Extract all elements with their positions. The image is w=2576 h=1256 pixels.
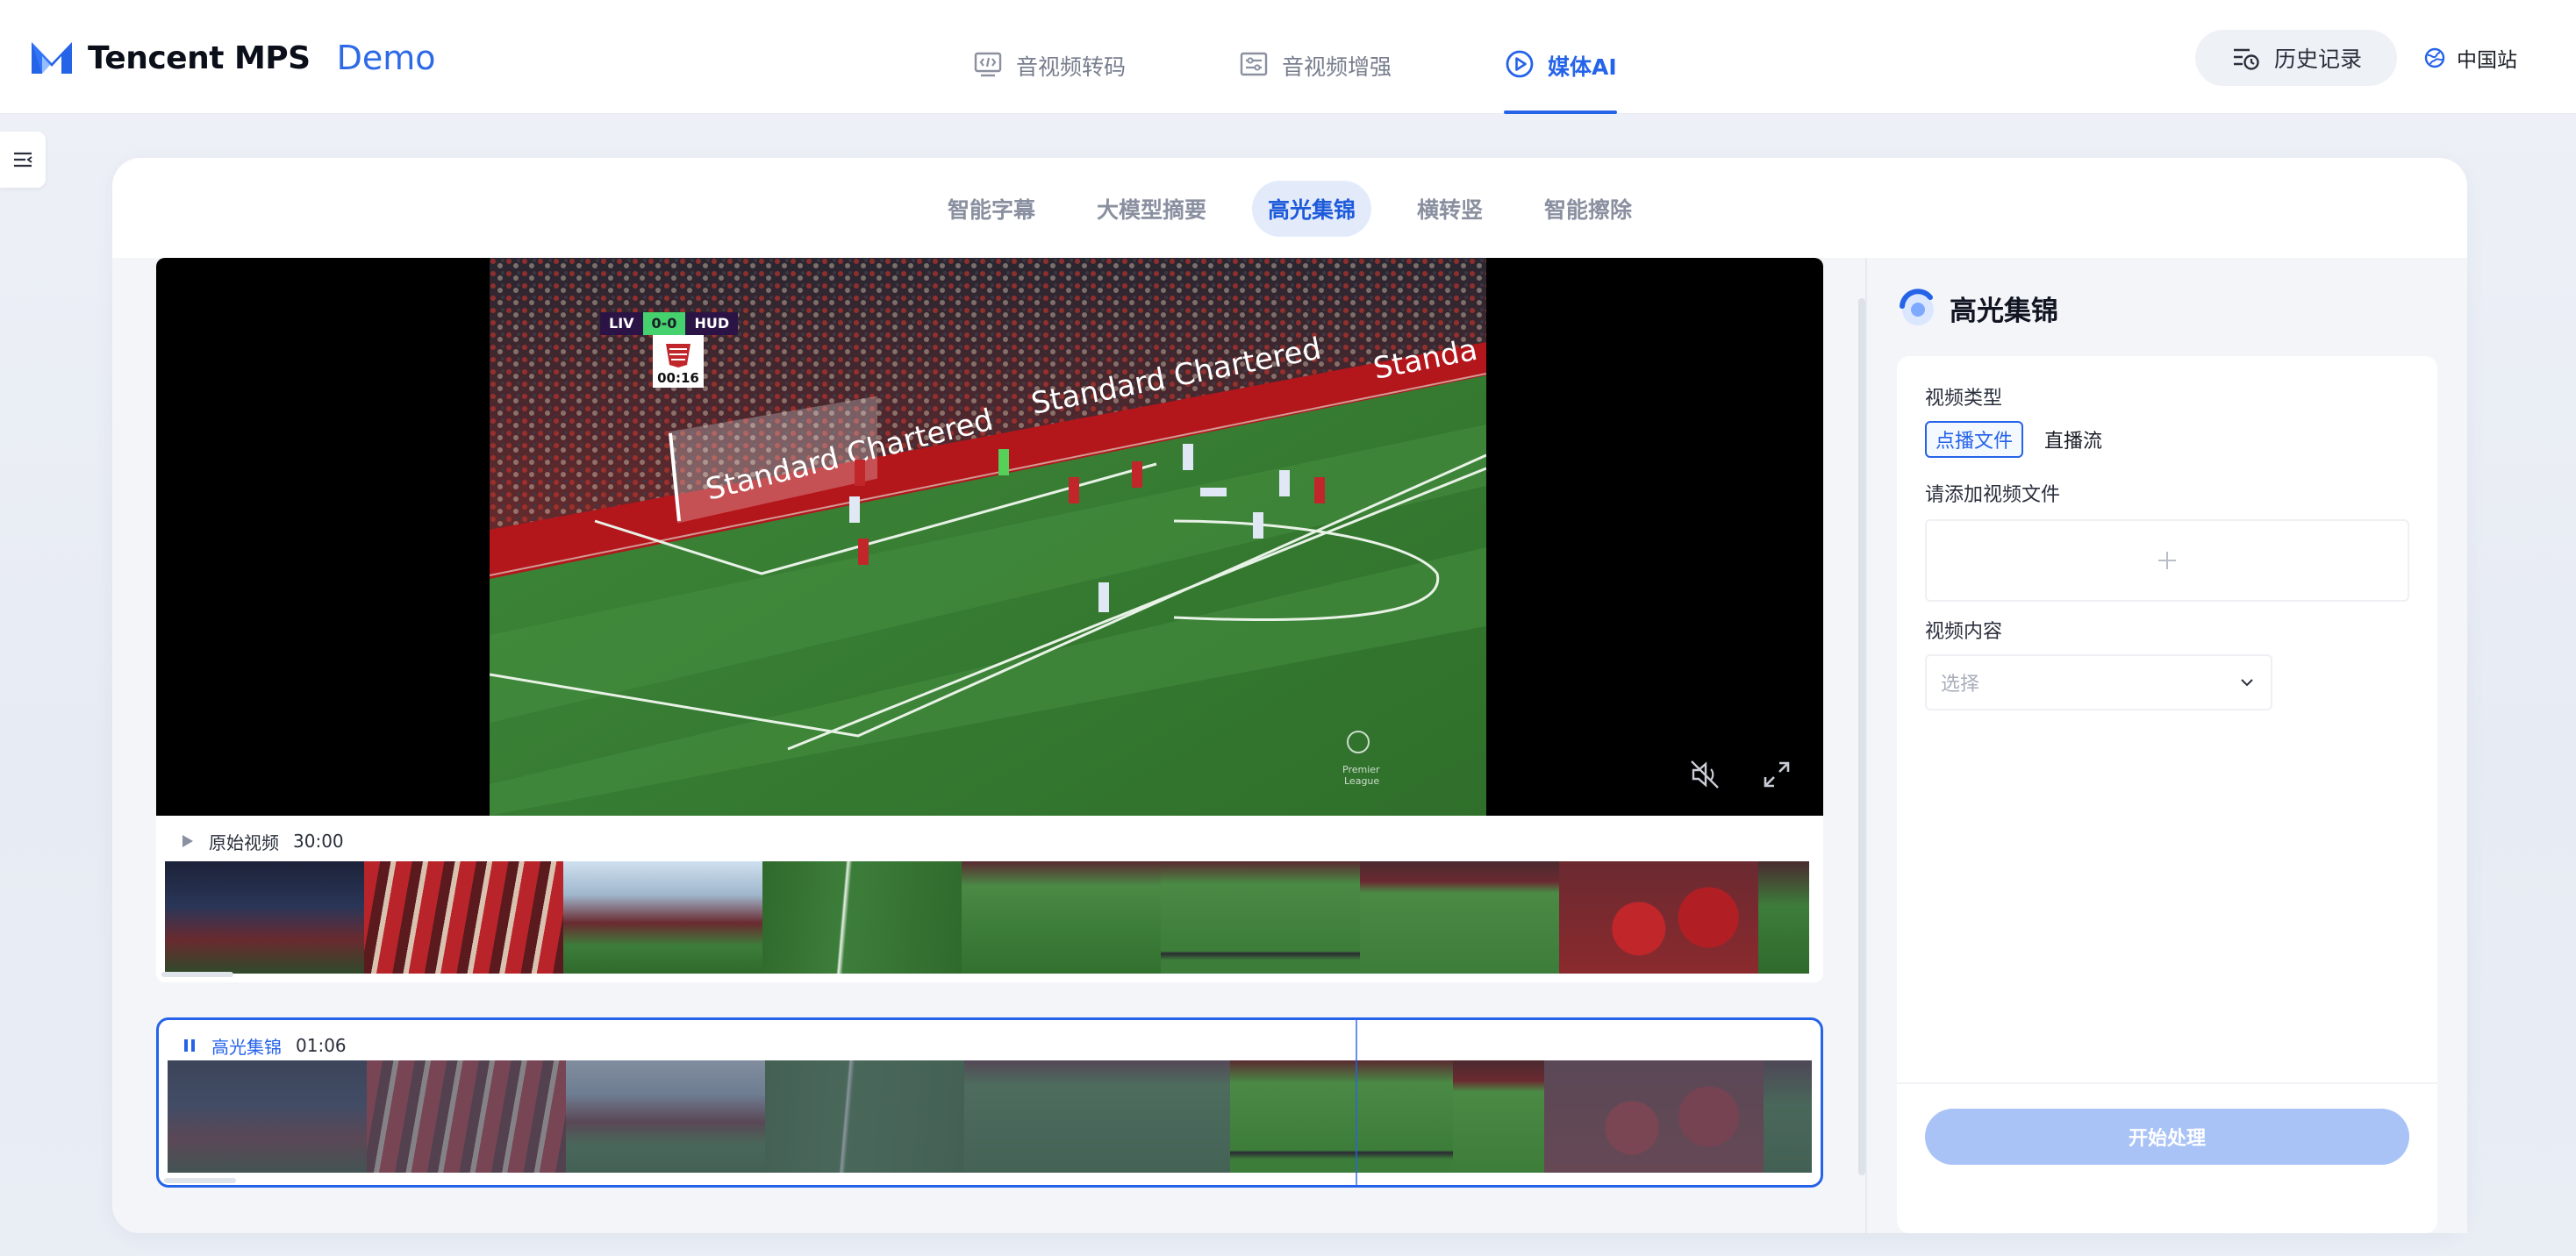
history-label: 历史记录 xyxy=(2273,46,2362,72)
top-bar: Tencent MPS Demo 音视频转码 音视频增强 媒体AI 历史记录 中… xyxy=(0,0,2576,114)
thumbnail xyxy=(962,861,1161,974)
panel-title: 高光集锦 xyxy=(1895,286,2058,330)
svg-text:League: League xyxy=(1344,775,1379,787)
panel-title-text: 高光集锦 xyxy=(1950,295,2058,327)
thumbnail xyxy=(1544,1060,1764,1173)
video-type-selector: 点播文件 直播流 xyxy=(1925,421,2123,458)
nav-item-label: 音视频转码 xyxy=(1016,54,1127,80)
menu-collapse-icon xyxy=(14,152,32,168)
video-content-label: 视频内容 xyxy=(1925,621,2003,643)
tab-smart-erase[interactable]: 智能擦除 xyxy=(1528,181,1648,237)
highlight-segment-thumbnail xyxy=(1230,1060,1453,1173)
track-header: 高光集锦 01:06 xyxy=(180,1031,347,1060)
enhance-icon xyxy=(1240,52,1268,76)
original-video-track[interactable]: 原始视频 30:00 xyxy=(156,816,1823,982)
start-processing-button[interactable]: 开始处理 xyxy=(1925,1109,2409,1165)
thumbnail xyxy=(765,1060,964,1173)
match-clock: 00:16 xyxy=(657,370,699,386)
fullscreen-exit-icon[interactable] xyxy=(1760,758,1793,791)
highlight-track[interactable]: 高光集锦 01:06 xyxy=(156,1017,1823,1188)
thumbnail xyxy=(563,861,762,974)
brand-demo-label: Demo xyxy=(336,39,436,77)
nav-item-label: 音视频增强 xyxy=(1282,54,1392,80)
thumbnail xyxy=(1161,861,1360,974)
brand[interactable]: Tencent MPS Demo xyxy=(30,35,436,81)
main-card: 智能字幕 大模型摘要 高光集锦 横转竖 智能擦除 Standard Charte… xyxy=(112,158,2467,1233)
tab-llm-summary[interactable]: 大模型摘要 xyxy=(1081,181,1222,237)
thumbnail xyxy=(165,861,364,974)
play-circle-icon xyxy=(1506,50,1534,78)
thumbnail xyxy=(1764,1060,1812,1173)
form-divider xyxy=(1897,1082,2437,1084)
globe-icon xyxy=(2424,47,2445,68)
tab-smart-subtitle[interactable]: 智能字幕 xyxy=(932,181,1051,237)
thumbnail xyxy=(1758,861,1809,974)
thumbnail xyxy=(964,1060,1230,1173)
history-icon xyxy=(2233,48,2259,70)
plus-icon xyxy=(2158,552,2176,569)
track-name: 高光集锦 xyxy=(211,1036,282,1058)
video-type-live-option[interactable]: 直播流 xyxy=(2034,421,2114,458)
highlight-segment-thumbnail xyxy=(1453,1060,1544,1173)
work-area: Standard Chartered Standa Standard Chart… xyxy=(156,258,1823,1231)
video-type-label: 视频类型 xyxy=(1925,388,2003,410)
feature-tabs: 智能字幕 大模型摘要 高光集锦 横转竖 智能擦除 xyxy=(112,181,2467,237)
thumbnail xyxy=(1559,861,1758,974)
thumbnail xyxy=(364,861,563,974)
region-switch[interactable]: 中国站 xyxy=(2423,42,2517,74)
thumbnail xyxy=(762,861,962,974)
mute-icon[interactable] xyxy=(1688,758,1721,791)
transcode-icon xyxy=(974,52,1002,77)
work-area-scrollbar[interactable] xyxy=(1858,298,1865,1175)
settings-panel: 高光集锦 视频类型 点播文件 直播流 请添加视频文件 视频内容 选择 开始处理 xyxy=(1865,258,2467,1233)
nav-item-enhance[interactable]: 音视频增强 xyxy=(1238,35,1392,114)
chevron-down-icon xyxy=(2241,679,2253,687)
away-team: HUD xyxy=(685,312,739,335)
track-duration: 01:06 xyxy=(296,1035,347,1056)
nav-item-label: 媒体AI xyxy=(1548,54,1617,80)
track-duration: 30:00 xyxy=(293,831,344,852)
add-video-file-button[interactable] xyxy=(1925,519,2409,602)
scoreboard: LIV 0-0 HUD xyxy=(600,312,739,335)
add-file-label: 请添加视频文件 xyxy=(1925,484,2061,506)
football-match-frame: Standard Chartered Standa Standard Chart… xyxy=(490,258,1486,816)
pause-icon[interactable] xyxy=(180,1036,199,1055)
sidebar-toggle[interactable] xyxy=(0,132,46,188)
video-type-vod-option[interactable]: 点播文件 xyxy=(1925,421,2024,458)
video-content-select[interactable]: 选择 xyxy=(1925,654,2272,710)
match-score: 0-0 xyxy=(642,312,686,335)
timeline-scrollbar[interactable] xyxy=(161,972,233,977)
tencent-mps-logo-icon xyxy=(32,42,72,74)
nav-item-media-ai[interactable]: 媒体AI xyxy=(1504,35,1617,114)
tab-highlights[interactable]: 高光集锦 xyxy=(1251,181,1371,237)
main-nav: 音视频转码 音视频增强 媒体AI xyxy=(972,35,1617,114)
thumbnail xyxy=(566,1060,765,1173)
track-header: 原始视频 30:00 xyxy=(177,826,344,856)
region-label: 中国站 xyxy=(2457,49,2517,72)
tab-landscape-to-portrait[interactable]: 横转竖 xyxy=(1401,181,1499,237)
svg-text:Premier: Premier xyxy=(1342,764,1380,775)
thumbnail xyxy=(1360,861,1559,974)
video-player[interactable]: Standard Chartered Standa Standard Chart… xyxy=(156,258,1823,816)
settings-form: 视频类型 点播文件 直播流 请添加视频文件 视频内容 选择 开始处理 xyxy=(1897,356,2437,1233)
video-content-placeholder: 选择 xyxy=(1941,674,1980,696)
playhead[interactable] xyxy=(1356,1020,1357,1185)
highlight-feature-icon xyxy=(1900,289,1934,325)
timeline-scrollbar[interactable] xyxy=(164,1178,236,1183)
track-name: 原始视频 xyxy=(209,831,279,853)
thumbnail xyxy=(168,1060,367,1173)
highlight-thumbnail-strip[interactable] xyxy=(168,1060,1812,1173)
history-button[interactable]: 历史记录 xyxy=(2195,30,2397,86)
video-frame: Standard Chartered Standa Standard Chart… xyxy=(490,258,1486,816)
home-team: LIV xyxy=(600,312,643,335)
sponsor-badge-icon xyxy=(666,344,691,368)
nav-item-transcode[interactable]: 音视频转码 xyxy=(972,35,1126,114)
original-thumbnail-strip[interactable] xyxy=(165,861,1809,974)
match-clock-badge: 00:16 xyxy=(653,335,704,388)
thumbnail xyxy=(367,1060,566,1173)
play-icon[interactable] xyxy=(177,831,197,851)
brand-name: Tencent MPS xyxy=(88,39,311,76)
